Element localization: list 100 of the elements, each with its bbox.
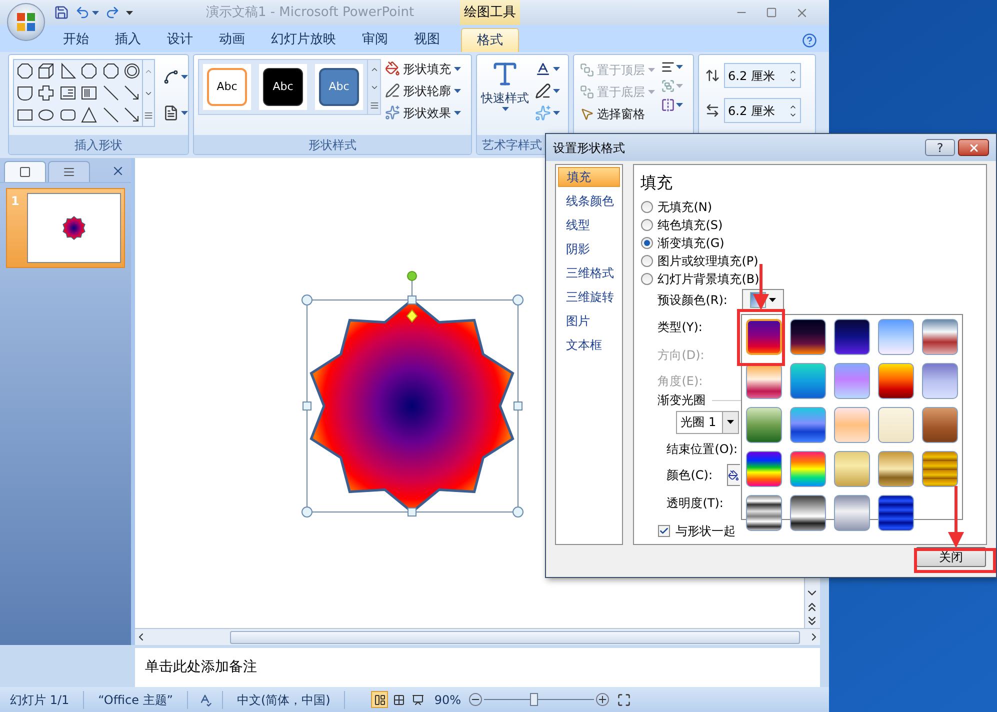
arrow-icon[interactable] — [122, 106, 141, 124]
help-button[interactable] — [802, 33, 817, 48]
ribbon-tab[interactable]: 动画 — [206, 28, 258, 52]
gradient-swatch[interactable] — [834, 319, 870, 355]
category-item[interactable]: 三维旋转 — [558, 287, 620, 307]
category-item[interactable]: 图片 — [558, 311, 620, 331]
close-button[interactable] — [111, 164, 125, 178]
arrow-icon[interactable] — [122, 84, 141, 102]
fit-to-window-icon[interactable] — [617, 692, 632, 706]
checkbox[interactable] — [658, 525, 670, 538]
text-box-icon[interactable] — [80, 84, 98, 102]
notes-field[interactable]: 单击此处添加备注 — [135, 648, 820, 687]
edit-shape-button[interactable] — [163, 69, 188, 85]
gradient-swatch[interactable] — [834, 363, 870, 399]
color-button[interactable] — [726, 464, 740, 486]
style-sample[interactable]: Abc — [315, 64, 363, 110]
gradient-swatch[interactable] — [878, 363, 914, 399]
text-outline-button[interactable] — [535, 83, 560, 99]
zoom-slider[interactable] — [484, 692, 594, 706]
gradient-swatch[interactable] — [746, 451, 782, 487]
gradient-swatch[interactable] — [878, 451, 914, 487]
spell-check-icon[interactable] — [198, 692, 212, 706]
gradient-swatch[interactable] — [922, 451, 958, 487]
zoom-out-icon[interactable] — [469, 693, 482, 706]
gradient-swatch[interactable] — [922, 407, 958, 443]
help-button[interactable]: ? — [925, 139, 955, 156]
radio-button[interactable] — [640, 236, 653, 249]
arrange-button[interactable]: 选择窗格 — [580, 104, 655, 123]
maximize-button[interactable] — [766, 7, 777, 18]
gradient-swatch[interactable] — [790, 495, 826, 531]
category-item[interactable]: 三维格式 — [558, 263, 620, 283]
gradient-stop-dropdown[interactable]: 光圈 1 — [676, 410, 739, 434]
gradient-swatch[interactable] — [790, 319, 826, 355]
shape-format-button[interactable]: 形状轮廓 — [385, 81, 461, 100]
view-button[interactable] — [371, 691, 388, 708]
gradient-swatch[interactable] — [790, 451, 826, 487]
text-fill-button[interactable] — [535, 61, 560, 77]
gradient-swatch[interactable] — [834, 407, 870, 443]
size-field[interactable]: 6.2 厘米 — [724, 98, 801, 123]
category-item[interactable]: 线条颜色 — [558, 191, 620, 211]
align-button[interactable] — [661, 60, 683, 74]
gradient-swatch[interactable] — [834, 495, 870, 531]
category-item[interactable]: 阴影 — [558, 239, 620, 259]
panel-tab[interactable] — [4, 161, 46, 182]
style-sample[interactable]: Abc — [259, 64, 307, 110]
radio-button[interactable] — [640, 218, 653, 231]
triangle-icon[interactable] — [80, 106, 98, 124]
save-button[interactable] — [54, 5, 69, 20]
undo-button[interactable] — [75, 5, 99, 20]
close-button[interactable] — [958, 139, 989, 156]
octagon-icon[interactable] — [16, 62, 34, 80]
panel-tab[interactable] — [48, 161, 90, 182]
ring-icon[interactable] — [122, 62, 141, 80]
text-box-icon[interactable] — [58, 84, 77, 102]
right-triangle-icon[interactable] — [58, 62, 77, 80]
rotate-button[interactable] — [661, 98, 683, 112]
ribbon-tab[interactable]: 幻灯片放映 — [258, 28, 349, 52]
text-box-button[interactable] — [163, 105, 188, 121]
category-item[interactable]: 线型 — [558, 215, 620, 235]
gradient-swatch[interactable] — [746, 495, 782, 531]
octagon-icon[interactable] — [80, 62, 98, 80]
cross-icon[interactable] — [37, 84, 56, 102]
zoom-in-icon[interactable] — [596, 693, 610, 706]
quick-styles-button[interactable]: 快速样式 — [481, 59, 529, 111]
gradient-swatch[interactable] — [878, 407, 914, 443]
cube-icon[interactable] — [37, 62, 56, 80]
ribbon-tab[interactable]: 格式 — [461, 28, 519, 52]
gradient-swatch[interactable] — [790, 407, 826, 443]
shape-format-button[interactable]: 形状填充 — [385, 59, 461, 78]
line-icon[interactable] — [102, 106, 120, 124]
horizontal-scrollbar[interactable] — [135, 628, 820, 645]
line-icon[interactable] — [102, 84, 120, 102]
redo-button[interactable] — [105, 5, 120, 20]
shape-format-button[interactable]: 形状效果 — [385, 103, 461, 122]
gradient-swatch[interactable] — [878, 495, 914, 531]
gradient-swatch[interactable] — [746, 319, 782, 355]
octagon-icon[interactable] — [102, 62, 120, 80]
category-item[interactable]: 文本框 — [558, 335, 620, 355]
gradient-swatch[interactable] — [922, 319, 958, 355]
radio-button[interactable] — [640, 272, 653, 285]
gradient-swatch[interactable] — [878, 319, 914, 355]
gradient-swatch[interactable] — [790, 363, 826, 399]
style-sample[interactable]: Abc — [203, 64, 251, 110]
ribbon-tab[interactable]: 审阅 — [349, 28, 401, 52]
gradient-swatch[interactable] — [834, 451, 870, 487]
radio-button[interactable] — [640, 254, 653, 267]
ribbon-tab[interactable]: 开始 — [50, 28, 102, 52]
scroll-thumb[interactable] — [230, 630, 800, 644]
category-item[interactable]: 填充 — [558, 167, 620, 187]
shape-icon[interactable] — [16, 84, 34, 102]
gradient-swatch[interactable] — [746, 363, 782, 399]
customize-button[interactable] — [126, 10, 133, 14]
gradient-swatch[interactable] — [922, 363, 958, 399]
gradient-swatch[interactable] — [746, 407, 782, 443]
size-field[interactable]: 6.2 厘米 — [724, 63, 801, 88]
selected-star-drawing[interactable] — [302, 271, 524, 518]
text-effects-button[interactable] — [535, 105, 560, 121]
radio-button[interactable] — [640, 200, 653, 213]
zoom-slider-thumb[interactable] — [530, 693, 538, 706]
zoom-level[interactable]: 90% — [434, 690, 462, 708]
